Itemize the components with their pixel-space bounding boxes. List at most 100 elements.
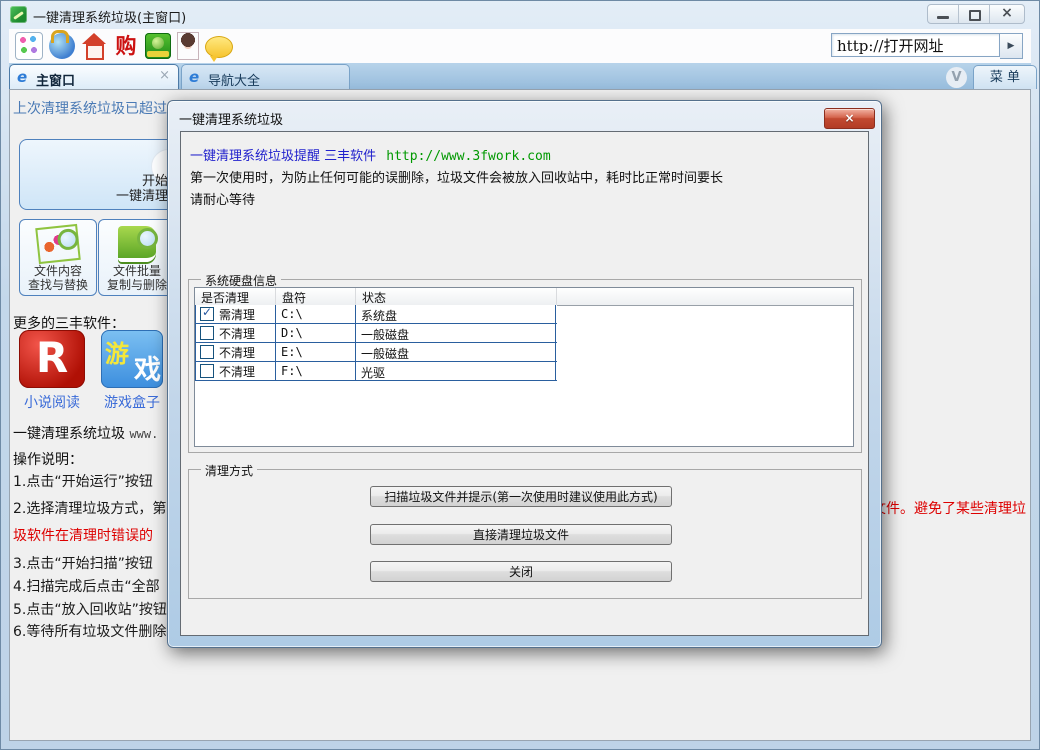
- close-icon: ×: [844, 111, 854, 125]
- tab-bar: e 主窗口 × e 导航大全 V 菜 单: [9, 63, 1031, 90]
- checkbox-unchecked[interactable]: [200, 326, 214, 340]
- tab-label: 导航大全: [208, 70, 260, 89]
- status-cell: 一般磁盘: [356, 324, 556, 342]
- url-go-button[interactable]: ▶: [1000, 33, 1023, 59]
- notes-icon[interactable]: [15, 32, 43, 60]
- label-line: 复制与删除: [99, 278, 175, 292]
- game-glyph-1: 游: [105, 334, 129, 369]
- clean-cell: 不清理: [196, 324, 276, 342]
- url-bar: ▶: [831, 33, 1023, 59]
- restore-button[interactable]: [959, 5, 990, 23]
- lock-search-icon[interactable]: [49, 33, 75, 59]
- restore-icon: [969, 10, 981, 21]
- dialog-body: 一键清理系统垃圾提醒 三丰软件 http://www.3fwork.com 第一…: [180, 131, 869, 636]
- collapse-v-button[interactable]: V: [946, 67, 967, 88]
- method-group-title: 清理方式: [201, 462, 257, 479]
- table-row[interactable]: ✓ 需清理 C:\ 系统盘: [196, 305, 557, 324]
- home-icon[interactable]: [81, 33, 107, 59]
- table-row[interactable]: 不清理 F:\ 光驱: [196, 362, 557, 381]
- shopping-icon[interactable]: 购: [113, 33, 139, 59]
- game-plant-icon[interactable]: [145, 33, 171, 59]
- checkbox-checked[interactable]: ✓: [200, 307, 214, 321]
- status-cell: 系统盘: [356, 305, 556, 323]
- drive-cell: C:\: [276, 305, 356, 323]
- minimize-button[interactable]: [928, 5, 959, 23]
- table-row[interactable]: 不清理 E:\ 一般磁盘: [196, 343, 557, 362]
- clean-method-group: 清理方式 扫描垃圾文件并提示(第一次使用时建议使用此方式) 直接清理垃圾文件 关…: [188, 469, 862, 599]
- label-line: 查找与替换: [20, 278, 96, 292]
- check-icon: ✓: [202, 305, 212, 319]
- file-batch-copy-delete-button[interactable]: 文件批量 复制与删除: [98, 219, 176, 296]
- product-url-fragment: www.: [129, 427, 158, 441]
- instruction-step-5: 5.点击“放入回收站”按钮: [13, 599, 167, 619]
- close-icon: ×: [990, 5, 1024, 23]
- novel-reader-link[interactable]: 小说阅读: [12, 392, 92, 412]
- status-cell: 一般磁盘: [356, 343, 556, 361]
- instruction-step-3: 3.点击“开始扫描”按钮: [13, 553, 153, 573]
- broom-app-icon: [10, 6, 27, 23]
- column-header-status[interactable]: 状态: [356, 288, 557, 305]
- listview-rows: ✓ 需清理 C:\ 系统盘 不清理 D:\ 一般磁盘: [195, 305, 557, 381]
- clean-label: 不清理: [219, 344, 255, 361]
- table-row[interactable]: 不清理 D:\ 一般磁盘: [196, 324, 557, 343]
- dialog-title: 一键清理系统垃圾: [179, 109, 283, 128]
- drive-cell: F:\: [276, 362, 356, 380]
- website-link[interactable]: http://www.3fwork.com: [386, 149, 550, 164]
- clean-label: 不清理: [219, 363, 255, 380]
- dialog-close-button[interactable]: ×: [824, 108, 875, 129]
- warning-text-fragment-right: 文件。避免了某些清理垃: [872, 498, 1026, 518]
- disk-info-group: 系统硬盘信息 是否清理 盘符 状态 ✓ 需清理 C:\ 系统盘: [188, 279, 862, 453]
- column-header-empty: [557, 288, 853, 305]
- instruction-step-2: 2.选择清理垃圾方式，第: [13, 498, 166, 518]
- toolbar: 购 ▶: [9, 29, 1031, 64]
- disk-listview: 是否清理 盘符 状态 ✓ 需清理 C:\ 系统盘: [194, 287, 854, 447]
- file-content-replace-button[interactable]: 文件内容 查找与替换: [19, 219, 97, 296]
- scan-and-prompt-button[interactable]: 扫描垃圾文件并提示(第一次使用时建议使用此方式): [370, 486, 672, 507]
- minimize-icon: [937, 16, 949, 19]
- game-glyph-2: 戏: [134, 348, 161, 387]
- instructions-title: 操作说明：: [13, 449, 83, 469]
- column-header-clean[interactable]: 是否清理: [195, 288, 276, 305]
- checkbox-unchecked[interactable]: [200, 364, 214, 378]
- game-box-link[interactable]: 游戏盒子: [92, 392, 172, 412]
- last-clean-heading: 上次清理系统垃圾已超过: [13, 98, 167, 118]
- reminder-heading: 一键清理系统垃圾提醒 三丰软件: [190, 149, 376, 164]
- chat-bubble-icon[interactable]: [205, 36, 233, 58]
- status-cell: 光驱: [356, 362, 556, 380]
- tab-label: 主窗口: [36, 70, 75, 89]
- label-line: 文件内容: [20, 264, 96, 278]
- direct-clean-button[interactable]: 直接清理垃圾文件: [370, 524, 672, 545]
- window-controls: ×: [927, 4, 1025, 24]
- url-input[interactable]: [831, 33, 1000, 57]
- clean-cell: 不清理: [196, 362, 276, 380]
- novel-reader-app-icon[interactable]: R: [19, 330, 85, 388]
- clean-cell: ✓ 需清理: [196, 305, 276, 323]
- title-bar: 一键清理系统垃圾(主窗口) ×: [1, 1, 1039, 29]
- window-title: 一键清理系统垃圾(主窗口): [33, 7, 186, 26]
- clean-label: 不清理: [219, 325, 255, 342]
- toolbar-icons: 购: [15, 32, 233, 60]
- close-button[interactable]: ×: [990, 5, 1024, 23]
- instruction-step-6: 6.等待所有垃圾文件删除: [13, 621, 166, 641]
- close-dialog-button[interactable]: 关闭: [370, 561, 672, 582]
- book-magnifier-icon: [118, 226, 156, 262]
- clean-label: 需清理: [219, 306, 255, 323]
- tab-main-window[interactable]: e 主窗口 ×: [9, 64, 179, 89]
- tool-button-label: 文件批量 复制与删除: [99, 264, 175, 292]
- cleanup-reminder-dialog: 一键清理系统垃圾 × 一键清理系统垃圾提醒 三丰软件 http://www.3f…: [167, 100, 882, 648]
- product-line: 一键清理系统垃圾 www.: [13, 423, 158, 443]
- game-box-app-icon[interactable]: 游 戏: [101, 330, 163, 388]
- tab-navigation[interactable]: e 导航大全: [181, 64, 350, 89]
- listview-header: 是否清理 盘符 状态: [195, 288, 853, 306]
- photo-icon[interactable]: [177, 32, 199, 60]
- dialog-note-line2: 请耐心等待: [190, 189, 255, 208]
- tab-close-icon[interactable]: ×: [159, 68, 170, 83]
- checkbox-unchecked[interactable]: [200, 345, 214, 359]
- product-name: 一键清理系统垃圾: [13, 426, 125, 442]
- tool-button-label: 文件内容 查找与替换: [20, 264, 96, 292]
- menu-button[interactable]: 菜 单: [973, 65, 1037, 89]
- column-header-drive[interactable]: 盘符: [276, 288, 356, 305]
- clean-cell: 不清理: [196, 343, 276, 361]
- drive-cell: D:\: [276, 324, 356, 342]
- dialog-heading: 一键清理系统垃圾提醒 三丰软件 http://www.3fwork.com: [190, 145, 551, 164]
